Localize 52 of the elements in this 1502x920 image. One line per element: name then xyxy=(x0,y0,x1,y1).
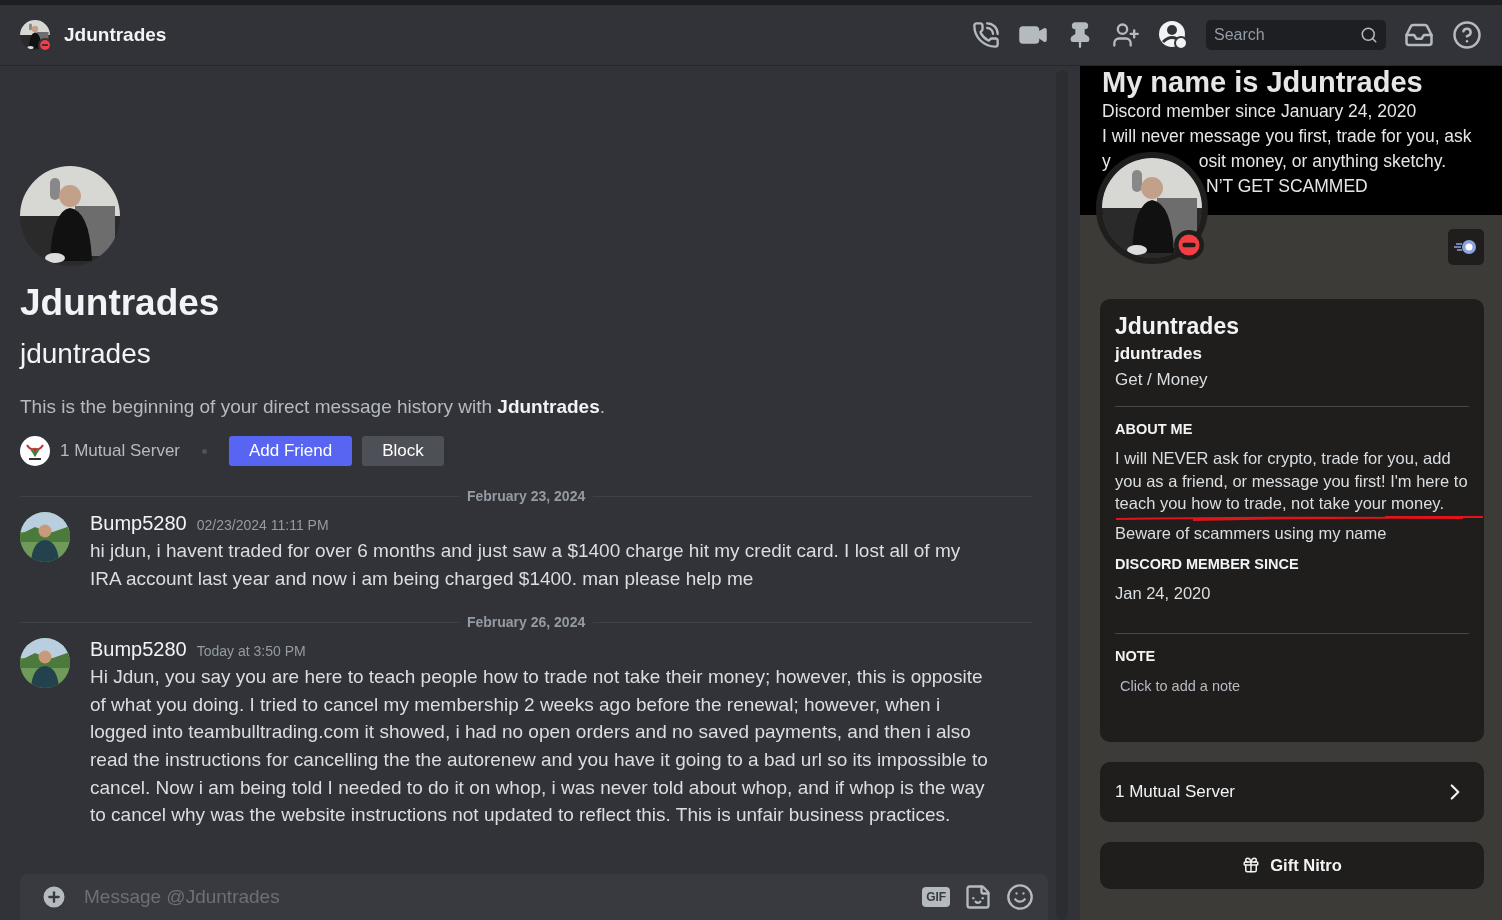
banner-text: y xyxy=(1102,150,1111,173)
date-divider: February 26, 2024 xyxy=(466,614,586,631)
user-profile-icon[interactable] xyxy=(1158,20,1188,50)
help-icon[interactable] xyxy=(1452,20,1482,50)
bull-logo-icon xyxy=(20,436,50,466)
message-text: hi jdun, i havent traded for over 6 months and just saw a $1400 charge hit my credit card. I lost all of my IRA account last year and now i am being charged $1400. man please help me xyxy=(90,539,962,591)
do-not-disturb-icon xyxy=(38,38,52,52)
display-name: Jduntrades xyxy=(20,282,221,324)
phone-icon[interactable] xyxy=(972,21,1000,49)
do-not-disturb-icon xyxy=(1174,230,1204,260)
message-input[interactable]: Message @Jduntrades xyxy=(82,885,909,909)
separator-dot xyxy=(202,448,207,454)
banner-text: I will never message you first, trade for you, ask xyxy=(1102,125,1472,148)
message-time: 02/23/2024 11:11 PM xyxy=(196,517,329,533)
search-field[interactable]: Search xyxy=(1206,20,1386,50)
section-heading: DISCORD MEMBER SINCE xyxy=(1115,556,1300,572)
search-icon xyxy=(1360,26,1378,44)
note-field[interactable]: Click to add a note xyxy=(1115,673,1469,720)
message-composer[interactable]: Message @Jduntrades GIF xyxy=(20,874,1049,920)
emoji-icon[interactable] xyxy=(1006,883,1035,911)
add-user-icon[interactable] xyxy=(1112,21,1140,49)
gift-icon xyxy=(1242,856,1261,874)
nitro-icon xyxy=(1454,239,1478,255)
gif-button[interactable]: GIF xyxy=(922,887,951,907)
channel-title: Jduntrades xyxy=(64,24,168,46)
message-time: Today at 3:50 PM xyxy=(196,643,306,660)
add-friend-button[interactable]: Add Friend xyxy=(229,436,353,466)
message-author[interactable]: Bump5280 xyxy=(90,638,187,662)
profile-username: jduntrades xyxy=(1115,344,1203,364)
gift-nitro-button[interactable]: Gift Nitro xyxy=(1100,841,1484,889)
banner-text: Discord member since January 24, 2020 xyxy=(1102,100,1417,123)
section-heading: NOTE xyxy=(1115,647,1157,664)
banner-title: My name is Jduntrades xyxy=(1102,66,1424,99)
message-author[interactable]: Bump5280 xyxy=(90,512,187,535)
message-text: Hi Jdun, you say you are here to teach people how to trade not take their money; however, this is opposite of what you doing. I tried to cancel my membership 2 weeks ago before the renewal; however, when i logged into teambulltrading.com it showed, i had no open orders and no saved payments, and then i also read the instructions for cancelling the the autorenew and you have it going to a bad url so its impossible to cancel. Now i am being told I needed to do it on whop, i was never told about whop, and if whop is the way to cancel why was the website instructions not updated to reflect this. This is unfair business practices. xyxy=(90,665,989,828)
block-button[interactable]: Block xyxy=(362,436,444,466)
banner-text: osit money, or anything sketchy. xyxy=(1198,150,1447,173)
section-text: Jan 24, 2020 xyxy=(1115,583,1212,604)
profile-pronouns: Get / Money xyxy=(1115,370,1209,390)
mutual-servers-button[interactable]: 1 Mutual Server xyxy=(1100,761,1484,822)
banner-text: N’T GET SCAMMED xyxy=(1206,175,1368,198)
sticker-icon[interactable] xyxy=(964,883,993,911)
section-heading: ABOUT ME xyxy=(1115,421,1194,437)
section-text: I will NEVER ask for crypto, trade for you, add you as a friend, or message you first! I'm here to teach you how to trade, not take your money. xyxy=(1115,448,1469,514)
add-attachment-icon[interactable] xyxy=(40,883,68,911)
nitro-badge[interactable] xyxy=(1448,229,1484,265)
date-divider: February 23, 2024 xyxy=(466,488,586,504)
section-text: Beware of scammers using my name xyxy=(1115,522,1388,544)
username: jduntrades xyxy=(20,338,152,370)
profile-display-name: Jduntrades xyxy=(1115,313,1240,340)
mutual-server-link[interactable]: 1 Mutual Server xyxy=(60,441,180,461)
intro-text: This is the beginning of your direct message history with Jduntrades. xyxy=(20,396,607,418)
